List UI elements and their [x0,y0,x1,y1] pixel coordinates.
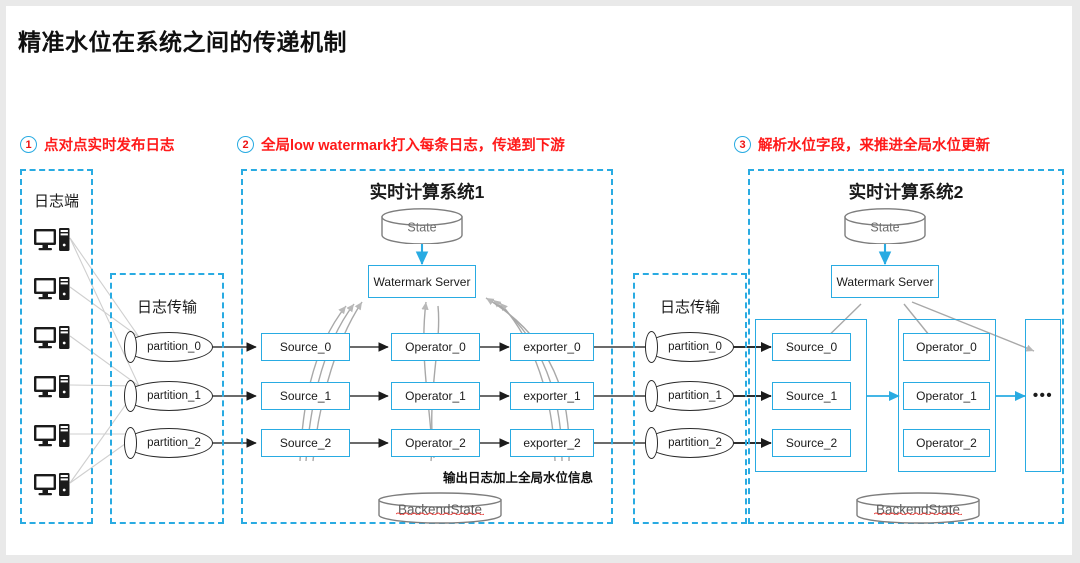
node-source-0[interactable]: Source_0 [261,333,350,361]
node-label: Source_0 [785,340,838,354]
step-marker-2: 2 全局low watermark打入每条日志，传递到下游 [237,134,565,155]
partition-cylinder: partition_2 [645,427,734,459]
system-2-title: 实时计算系统2 [848,182,964,202]
more-stages-box: ••• [1025,319,1061,472]
node-label: Operator_1 [405,389,466,403]
partition-label: partition_2 [668,437,722,449]
watermark-server-label: Watermark Server [836,274,934,289]
partition-label: partition_0 [668,341,722,353]
spellcheck-underline-icon [874,512,962,515]
node-exporter-0[interactable]: exporter_0 [510,333,594,361]
node-label: Operator_2 [405,436,466,450]
step-marker-3: 3 解析水位字段，来推进全局水位更新 [734,134,990,155]
watermark-server-label: Watermark Server [373,274,471,289]
node-label: Source_1 [785,389,838,403]
node-exporter-2[interactable]: exporter_2 [510,429,594,457]
node-label: Operator_1 [916,389,977,403]
partition-cylinder: partition_1 [645,380,734,412]
partition-label: partition_0 [147,341,201,353]
desktop-computer-icon [33,276,71,302]
node-source-1[interactable]: Source_1 [772,382,851,410]
step-marker-1: 1 点对点实时发布日志 [20,134,175,155]
node-operator-0[interactable]: Operator_0 [391,333,480,361]
partition-label: partition_1 [668,390,722,402]
partition-label: partition_2 [147,437,201,449]
state-cylinder-1: State [381,208,463,245]
desktop-computer-icon [33,423,71,449]
partition-cylinder: partition_1 [124,380,213,412]
diagram-canvas: 精准水位在系统之间的传递机制 1 点对点实时发布日志 2 全局low water… [6,6,1072,555]
log-client-title: 日志端 [33,193,79,210]
ellipsis-label: ••• [1032,387,1054,404]
system-1-output-note: 输出日志加上全局水位信息 [443,471,594,485]
node-source-1[interactable]: Source_1 [261,382,350,410]
partition-cylinder: partition_2 [124,427,213,459]
node-operator-2[interactable]: Operator_2 [903,429,990,457]
node-source-0[interactable]: Source_0 [772,333,851,361]
step-number-3: 3 [734,136,751,153]
step-number-2: 2 [237,136,254,153]
node-label: Operator_0 [405,340,466,354]
partition-label: partition_1 [147,390,201,402]
node-operator-2[interactable]: Operator_2 [391,429,480,457]
node-label: Source_2 [279,436,332,450]
node-label: Source_0 [279,340,332,354]
node-label: exporter_0 [523,340,581,354]
node-source-2[interactable]: Source_2 [261,429,350,457]
desktop-computer-icon [33,374,71,400]
state-cylinder-2: State [844,208,926,245]
step-label-3: 解析水位字段，来推进全局水位更新 [758,138,990,154]
page-title: 精准水位在系统之间的传递机制 [18,29,347,55]
desktop-computer-icon [33,325,71,351]
state-label: State [870,220,900,235]
system-1-title: 实时计算系统1 [369,182,485,202]
step-label-1: 点对点实时发布日志 [44,138,175,154]
node-label: Source_2 [785,436,838,450]
partition-cylinder: partition_0 [124,331,213,363]
log-transport-2-title: 日志传输 [659,299,720,316]
partition-cylinder: partition_0 [645,331,734,363]
node-operator-0[interactable]: Operator_0 [903,333,990,361]
watermark-server-2[interactable]: Watermark Server [831,265,939,298]
node-source-2[interactable]: Source_2 [772,429,851,457]
node-operator-1[interactable]: Operator_1 [903,382,990,410]
step-label-2: 全局low watermark打入每条日志，传递到下游 [261,138,565,154]
node-label: exporter_2 [523,436,581,450]
log-transport-1-title: 日志传输 [136,299,197,316]
node-exporter-1[interactable]: exporter_1 [510,382,594,410]
watermark-server-1[interactable]: Watermark Server [368,265,476,298]
spellcheck-underline-icon [396,512,484,515]
node-label: Source_1 [279,389,332,403]
state-label: State [407,220,437,235]
node-label: exporter_1 [523,389,581,403]
backend-state-cylinder-2: BackendState [856,492,980,524]
node-label: Operator_2 [916,436,977,450]
node-label: Operator_0 [916,340,977,354]
desktop-computer-icon [33,472,71,498]
node-operator-1[interactable]: Operator_1 [391,382,480,410]
step-number-1: 1 [20,136,37,153]
desktop-computer-icon [33,227,71,253]
backend-state-cylinder-1: BackendState [378,492,502,524]
